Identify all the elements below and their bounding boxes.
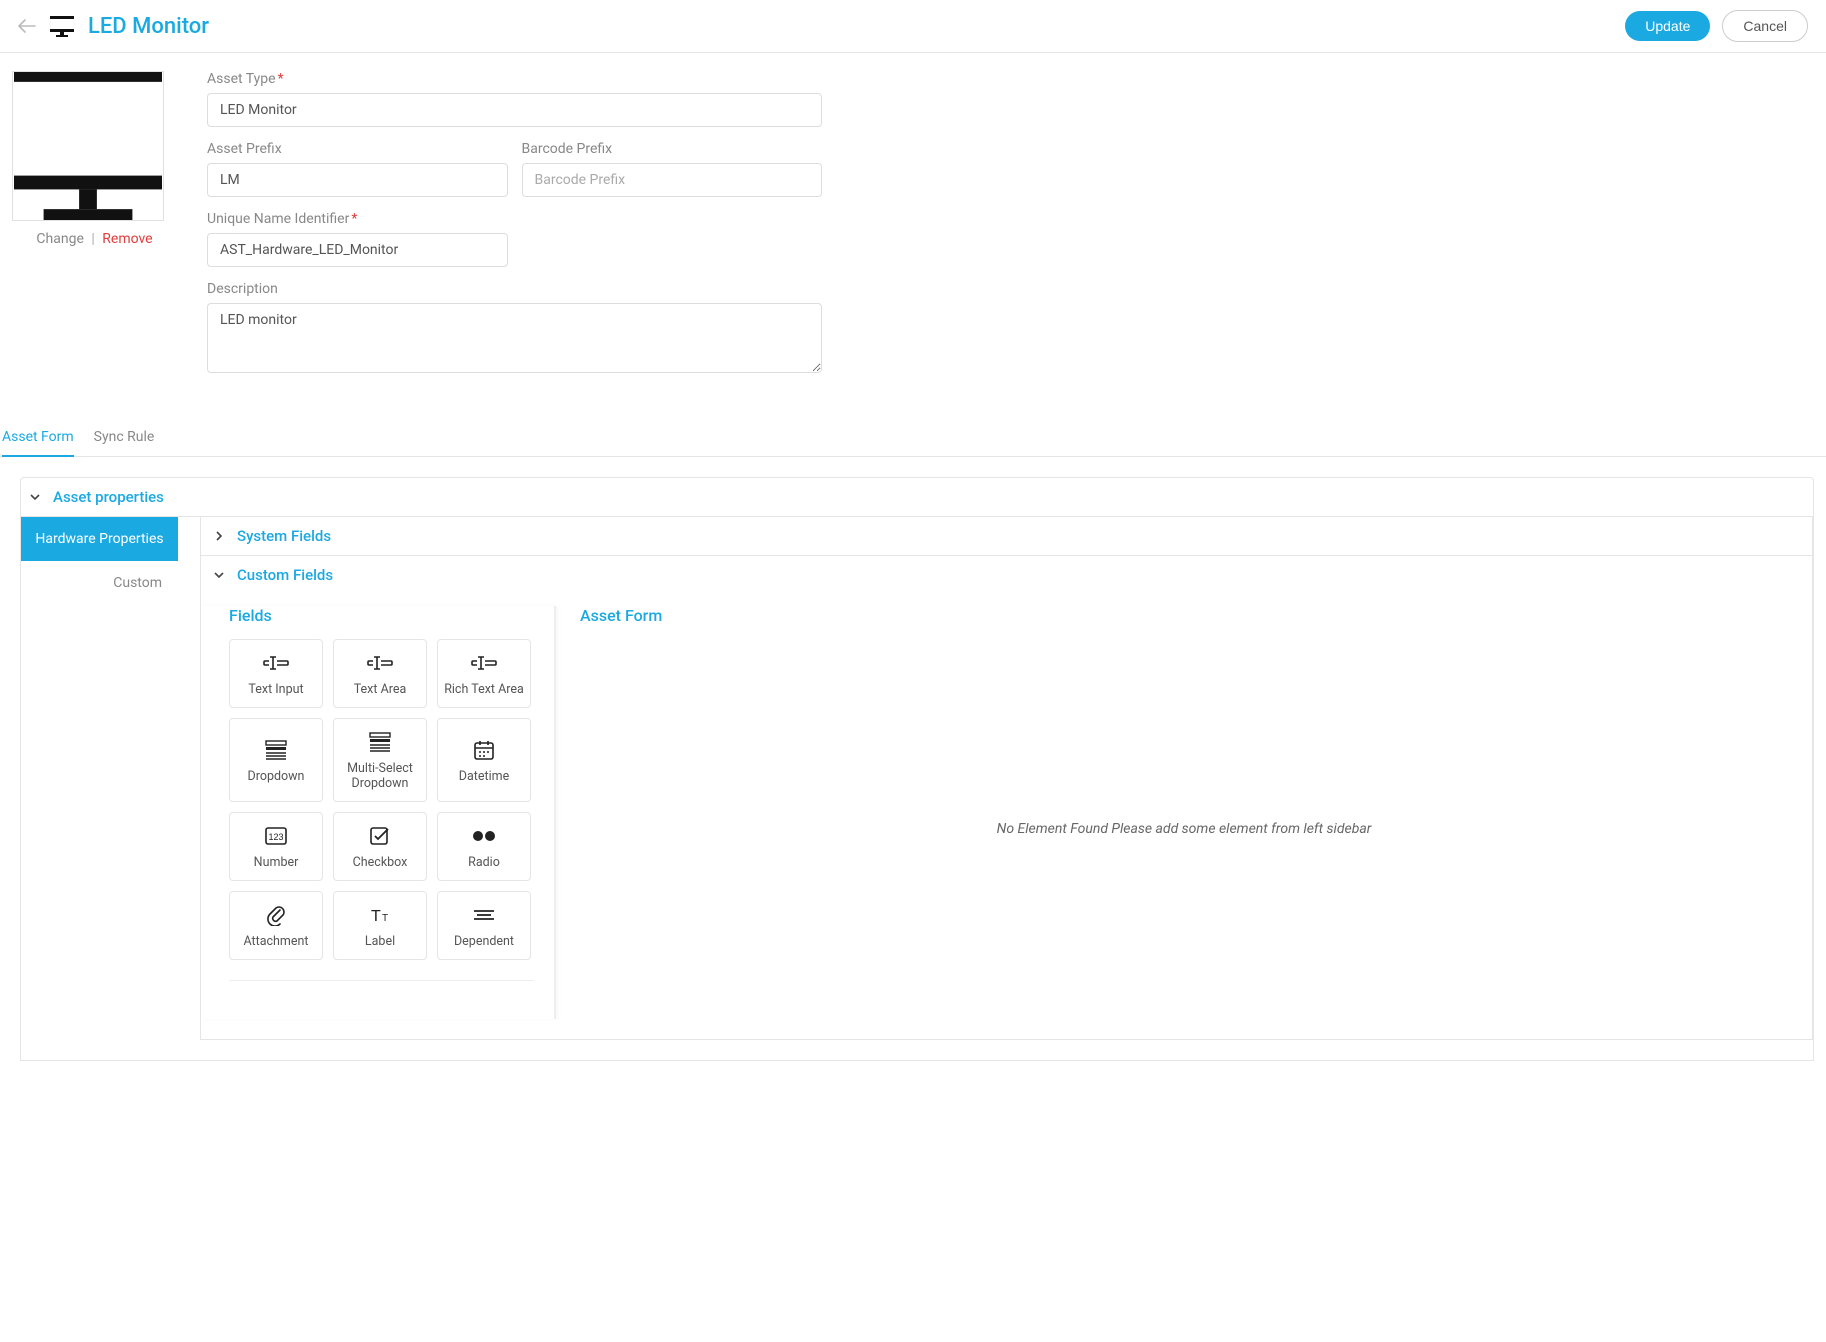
asset-type-input[interactable] bbox=[207, 93, 822, 127]
tab-asset-form[interactable]: Asset Form bbox=[2, 419, 74, 457]
field-label-type[interactable]: TT Label bbox=[333, 891, 427, 960]
system-fields-accordion: System Fields bbox=[200, 517, 1813, 556]
text-area-icon bbox=[367, 652, 393, 674]
form-column: Asset Type* Asset Prefix Barcode Prefix … bbox=[207, 71, 822, 387]
sidebar-hardware-properties[interactable]: Hardware Properties bbox=[21, 517, 178, 561]
rich-text-icon bbox=[471, 652, 497, 674]
custom-fields-header[interactable]: Custom Fields bbox=[201, 556, 1812, 594]
field-text-area[interactable]: Text Area bbox=[333, 639, 427, 708]
description-label: Description bbox=[207, 281, 822, 297]
asset-form-panel: Asset Form No Element Found Please add s… bbox=[556, 606, 1812, 1019]
back-arrow-icon[interactable] bbox=[18, 19, 36, 33]
monitor-icon bbox=[48, 15, 76, 37]
custom-fields-accordion: Custom Fields Fields Text Input bbox=[200, 556, 1813, 1040]
svg-text:T: T bbox=[371, 908, 381, 925]
dropdown-icon bbox=[265, 739, 287, 761]
system-fields-header[interactable]: System Fields bbox=[201, 517, 1812, 555]
asset-properties-body: Hardware Properties Custom System Fields… bbox=[20, 517, 1814, 1061]
label-icon: TT bbox=[367, 904, 393, 926]
field-checkbox[interactable]: Checkbox bbox=[333, 812, 427, 881]
sidebar-custom[interactable]: Custom bbox=[21, 561, 178, 605]
description-textarea[interactable]: LED monitor bbox=[207, 303, 822, 373]
image-column: Change | Remove bbox=[12, 71, 177, 387]
number-icon: 123 bbox=[265, 825, 287, 847]
custom-fields-body: Fields Text Input Text Area bbox=[201, 594, 1812, 1039]
field-label: Radio bbox=[468, 855, 500, 870]
field-rich-text-area[interactable]: Rich Text Area bbox=[437, 639, 531, 708]
empty-state-message: No Element Found Please add some element… bbox=[580, 639, 1788, 1019]
field-text-input[interactable]: Text Input bbox=[229, 639, 323, 708]
field-label: Dependent bbox=[454, 934, 514, 949]
field-label: Multi-Select Dropdown bbox=[338, 761, 422, 791]
chevron-down-icon bbox=[213, 569, 227, 581]
field-multi-select-dropdown[interactable]: Multi-Select Dropdown bbox=[333, 718, 427, 802]
field-label: Rich Text Area bbox=[444, 682, 524, 697]
field-dependent[interactable]: Dependent bbox=[437, 891, 531, 960]
fields-heading: Fields bbox=[229, 606, 534, 625]
multi-select-icon bbox=[369, 731, 391, 753]
asset-prefix-label: Asset Prefix bbox=[207, 141, 508, 157]
custom-fields-title: Custom Fields bbox=[237, 566, 333, 584]
divider: | bbox=[91, 231, 94, 247]
barcode-prefix-label: Barcode Prefix bbox=[522, 141, 823, 157]
field-attachment[interactable]: Attachment bbox=[229, 891, 323, 960]
dependent-icon bbox=[472, 904, 496, 926]
unique-name-input[interactable] bbox=[207, 233, 508, 267]
asset-image-preview bbox=[12, 71, 164, 221]
page-title: LED Monitor bbox=[88, 14, 1613, 39]
field-number[interactable]: 123 Number bbox=[229, 812, 323, 881]
text-input-icon bbox=[263, 652, 289, 674]
image-actions: Change | Remove bbox=[12, 231, 177, 247]
asset-properties-title: Asset properties bbox=[53, 488, 164, 506]
main-tabs: Asset Form Sync Rule bbox=[0, 419, 1826, 457]
field-radio[interactable]: Radio bbox=[437, 812, 531, 881]
page-header: LED Monitor Update Cancel bbox=[0, 0, 1826, 53]
attachment-icon bbox=[266, 904, 286, 926]
panel-area: Asset properties Hardware Properties Cus… bbox=[0, 457, 1826, 1091]
asset-type-label: Asset Type* bbox=[207, 71, 822, 87]
field-label: Text Area bbox=[354, 682, 407, 697]
chevron-down-icon bbox=[29, 491, 43, 503]
change-image-link[interactable]: Change bbox=[36, 231, 83, 247]
chevron-right-icon bbox=[213, 530, 227, 542]
field-label: Dropdown bbox=[248, 769, 305, 784]
svg-text:T: T bbox=[382, 913, 388, 924]
remove-image-link[interactable]: Remove bbox=[102, 231, 152, 247]
asset-form-heading: Asset Form bbox=[580, 606, 1788, 625]
properties-content: System Fields Custom Fields Fields bbox=[178, 517, 1813, 1060]
unique-name-label: Unique Name Identifier* bbox=[207, 211, 508, 227]
svg-text:123: 123 bbox=[268, 832, 283, 842]
field-label: Attachment bbox=[243, 934, 308, 949]
radio-icon bbox=[471, 825, 497, 847]
checkbox-icon bbox=[369, 825, 391, 847]
field-label: Label bbox=[365, 934, 395, 949]
asset-properties-header[interactable]: Asset properties bbox=[20, 477, 1814, 517]
cancel-button[interactable]: Cancel bbox=[1722, 10, 1808, 42]
field-label: Checkbox bbox=[353, 855, 408, 870]
properties-sidebar: Hardware Properties Custom bbox=[21, 517, 178, 1060]
system-fields-title: System Fields bbox=[237, 527, 331, 545]
top-section: Change | Remove Asset Type* Asset Prefix… bbox=[0, 53, 1826, 411]
field-grid: Text Input Text Area Rich Text Area bbox=[229, 639, 534, 981]
field-label: Number bbox=[254, 855, 299, 870]
asset-prefix-input[interactable] bbox=[207, 163, 508, 197]
update-button[interactable]: Update bbox=[1625, 11, 1710, 41]
field-label: Datetime bbox=[459, 769, 509, 784]
fields-panel: Fields Text Input Text Area bbox=[201, 606, 556, 1019]
field-label: Text Input bbox=[248, 682, 303, 697]
datetime-icon bbox=[473, 739, 495, 761]
field-datetime[interactable]: Datetime bbox=[437, 718, 531, 802]
barcode-prefix-input[interactable] bbox=[522, 163, 823, 197]
monitor-preview-icon bbox=[13, 72, 163, 220]
tab-sync-rule[interactable]: Sync Rule bbox=[94, 419, 155, 456]
field-dropdown[interactable]: Dropdown bbox=[229, 718, 323, 802]
